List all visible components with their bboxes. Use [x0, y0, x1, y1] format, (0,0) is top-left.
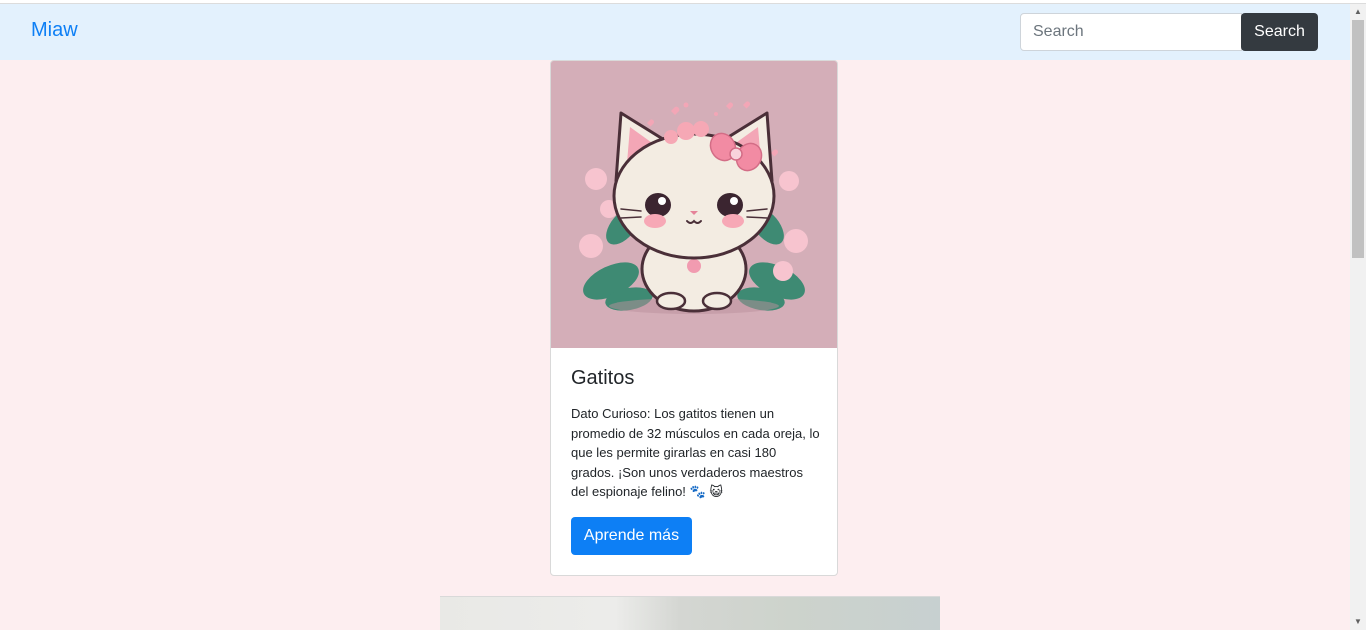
- scroll-thumb[interactable]: [1352, 20, 1364, 258]
- cat-card: Gatitos Dato Curioso: Los gatitos tienen…: [550, 60, 838, 576]
- kitten-illustration: [551, 61, 837, 348]
- card-title: Gatitos: [571, 367, 635, 389]
- search-button[interactable]: Search: [1241, 13, 1318, 51]
- scroll-down-icon[interactable]: ▼: [1350, 614, 1366, 630]
- scrollbar[interactable]: ▲ ▼: [1350, 4, 1366, 630]
- card-text: Dato Curioso: Los gatitos tienen un prom…: [571, 406, 820, 499]
- search-input[interactable]: [1020, 13, 1242, 51]
- brand-link[interactable]: Miaw: [31, 19, 78, 42]
- next-card-image: [440, 596, 940, 630]
- scroll-up-icon[interactable]: ▲: [1350, 4, 1366, 20]
- navbar: Miaw Search: [0, 4, 1350, 60]
- card-image: [551, 61, 837, 348]
- learn-more-button[interactable]: Aprende más: [571, 517, 692, 555]
